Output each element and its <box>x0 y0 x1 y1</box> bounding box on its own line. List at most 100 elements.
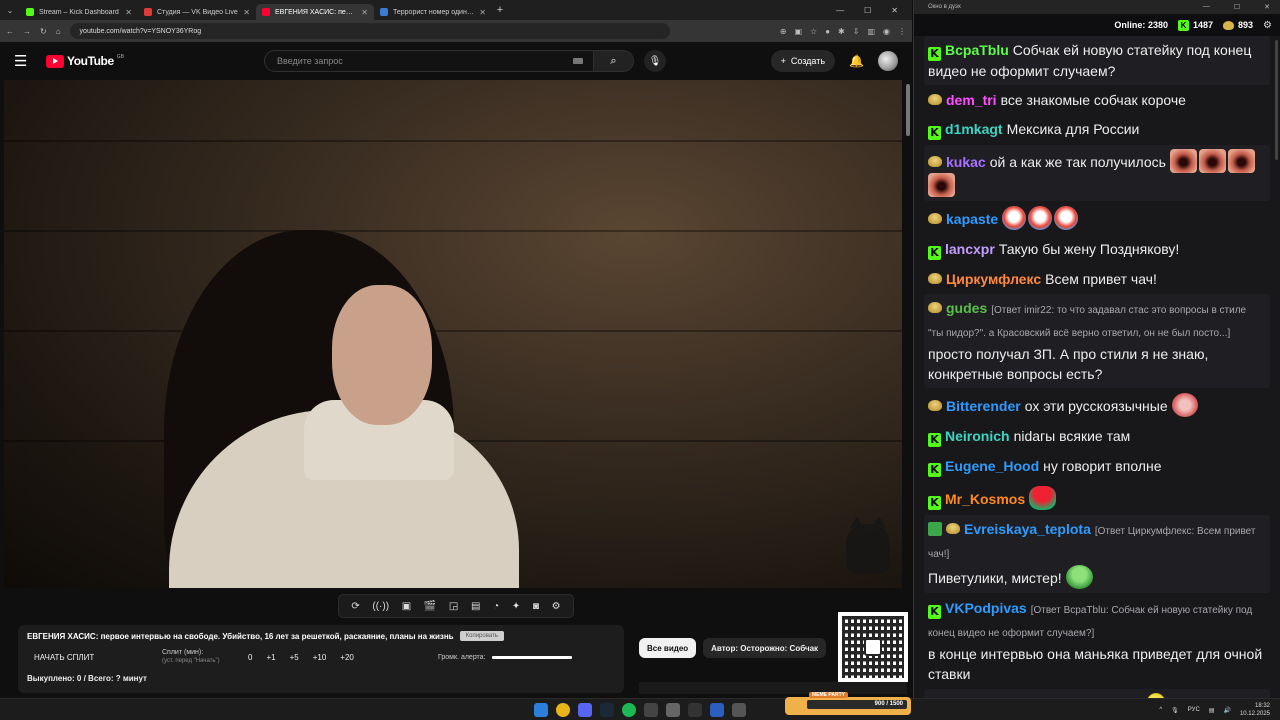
increment-10-button[interactable]: +10 <box>313 653 327 662</box>
chat-username[interactable]: d1mkagt <box>945 121 1003 137</box>
kick-badge-icon: K <box>928 47 941 61</box>
tab-close-icon[interactable]: ✕ <box>361 8 368 17</box>
chat-username[interactable]: Циркумфлекс <box>946 271 1041 287</box>
start-icon[interactable] <box>534 703 548 717</box>
notifications-bell-icon[interactable]: 🔔 <box>849 54 864 68</box>
chat-message: Evreiskaya_teplota [Ответ Циркумфлекс: Вс… <box>924 515 1270 593</box>
emote-icon <box>928 173 955 197</box>
increment-20-button[interactable]: +20 <box>340 653 354 662</box>
voice-search-button[interactable]: 🎙 <box>643 50 666 72</box>
chat-username[interactable]: BcpaTblu <box>945 42 1009 58</box>
spotify-icon[interactable] <box>622 703 636 717</box>
home-icon[interactable]: ⌂ <box>56 27 61 36</box>
create-button[interactable]: + Создать <box>770 50 836 72</box>
close-icon[interactable]: ✕ <box>891 6 898 15</box>
moderator-badge-icon <box>928 522 942 536</box>
emote-icon <box>1002 206 1027 230</box>
app-icon[interactable] <box>688 703 702 717</box>
zoom-icon[interactable]: ⊕ <box>780 27 787 36</box>
search-button[interactable]: ⌕ <box>593 50 634 72</box>
back-icon[interactable]: ← <box>6 27 14 36</box>
tray-chevron-icon[interactable]: ^ <box>1159 707 1162 713</box>
app-icon[interactable] <box>710 703 724 717</box>
clock[interactable]: 18:32 10.12.2025 <box>1240 702 1270 718</box>
chrome-icon[interactable] <box>556 703 570 717</box>
new-tab-button[interactable]: + <box>492 4 508 16</box>
network-icon[interactable]: ▤ <box>1209 707 1215 714</box>
browser-tab[interactable]: Студия — VK Видео Live ✕ <box>138 4 256 20</box>
minimize-icon[interactable]: — <box>1203 3 1210 11</box>
chat-username[interactable]: Bitterender <box>946 398 1021 414</box>
chat-messages: K BcpaTblu Собчак ей новую статейку под ко… <box>914 36 1280 698</box>
language-indicator[interactable]: РУС <box>1188 707 1200 713</box>
chat-username[interactable]: kukac <box>946 154 986 170</box>
settings-icon[interactable]: ⚙ <box>552 601 561 612</box>
chat-username[interactable]: Evreiskaya_teplota <box>964 521 1091 537</box>
watch-icon[interactable]: ▣ <box>402 601 411 612</box>
sidebar-icon[interactable]: ▥ <box>867 27 875 36</box>
browser-tab[interactable]: Stream – Kick Dashboard ✕ <box>20 4 138 20</box>
app-icon[interactable] <box>666 703 680 717</box>
app-icon[interactable] <box>732 703 746 717</box>
maximize-icon[interactable]: ☐ <box>864 6 871 15</box>
obs-icon[interactable] <box>644 703 658 717</box>
volume-icon[interactable]: 🔊 <box>1223 707 1230 714</box>
chat-username[interactable]: dem_tri <box>946 92 997 108</box>
menu-icon[interactable]: ⋮ <box>898 27 906 36</box>
maximize-icon[interactable]: ☐ <box>1234 3 1240 11</box>
speed-icon[interactable]: ◔ <box>493 601 499 612</box>
increment-1-button[interactable]: +1 <box>266 653 275 662</box>
online-count: 2380 <box>1147 20 1168 30</box>
chat-username[interactable]: kapaste <box>946 211 998 227</box>
loop-icon[interactable]: ⟳ <box>351 601 359 612</box>
chat-username[interactable]: gudes <box>946 300 987 316</box>
tab-close-icon[interactable]: ✕ <box>125 8 132 17</box>
youtube-logo[interactable]: YouTube GB <box>46 54 124 68</box>
discord-icon[interactable] <box>578 703 592 717</box>
profile-icon[interactable]: ◉ <box>883 27 890 36</box>
video-player[interactable] <box>4 80 902 588</box>
tab-search-icon[interactable]: ⌄ <box>0 6 20 15</box>
chat-username[interactable]: lancxpr <box>945 241 995 257</box>
start-split-button[interactable]: НАЧАТЬ СПЛИТ <box>27 653 162 662</box>
menu-hamburger-icon[interactable]: ☰ <box>14 52 36 70</box>
chat-titlebar: Окно в дуэх — ☐ ✕ <box>914 0 1280 14</box>
minimize-icon[interactable]: — <box>836 6 844 15</box>
cast-icon[interactable]: ((·)) <box>372 601 389 612</box>
tab-close-icon[interactable]: ✕ <box>243 8 250 17</box>
bookmark-star-icon[interactable]: ☆ <box>810 27 817 36</box>
chat-username[interactable]: Mr_Kosmos <box>945 491 1025 507</box>
search-input[interactable]: Введите запрос <box>263 50 594 72</box>
chip-all-videos[interactable]: Все видео <box>639 638 697 658</box>
url-field[interactable]: youtube.com/watch?v=YSNOY36YRog <box>69 23 670 39</box>
chip-author[interactable]: Автор: Осторожно: Собчак <box>703 638 827 658</box>
chat-username[interactable]: Eugene_Hood <box>945 458 1039 474</box>
download-icon[interactable]: ⇩ <box>853 27 860 36</box>
increment-5-button[interactable]: +5 <box>290 653 299 662</box>
alert-volume-slider[interactable] <box>491 655 572 659</box>
chat-scrollbar[interactable] <box>1275 40 1278 160</box>
mic-tray-icon[interactable]: 🎙 <box>1171 707 1179 714</box>
extension-puzzle-icon[interactable]: ✱ <box>838 27 845 36</box>
clapper-icon[interactable]: 🎬 <box>424 601 436 612</box>
tab-close-icon[interactable]: ✕ <box>479 8 486 17</box>
chat-username[interactable]: VKPodpivas <box>945 600 1027 616</box>
forward-icon[interactable]: → <box>23 27 31 36</box>
subtitles-icon[interactable]: ▤ <box>471 601 480 612</box>
ai-icon[interactable]: ✦ <box>512 601 520 612</box>
avatar[interactable] <box>878 51 898 71</box>
extension-dot-icon[interactable]: ● <box>825 27 830 36</box>
page-scrollbar[interactable] <box>906 84 910 136</box>
install-icon[interactable]: ▣ <box>794 27 802 36</box>
pip-icon[interactable]: ◲ <box>449 601 458 612</box>
chat-username[interactable]: Neironich <box>945 428 1010 444</box>
keyboard-icon[interactable] <box>572 58 583 64</box>
reload-icon[interactable]: ↻ <box>40 27 47 36</box>
browser-tab[interactable]: Террорист номер один в Росс ✕ <box>374 4 492 20</box>
close-icon[interactable]: ✕ <box>1264 3 1270 11</box>
browser-tab[interactable]: ЕВГЕНИЯ ХАСИС: первое и ✕ <box>256 4 374 20</box>
copy-button[interactable]: Копировать <box>459 631 504 641</box>
gear-icon[interactable]: ⚙ <box>1263 20 1272 31</box>
steam-icon[interactable] <box>600 703 614 717</box>
screenshot-icon[interactable]: ◙ <box>533 601 539 612</box>
